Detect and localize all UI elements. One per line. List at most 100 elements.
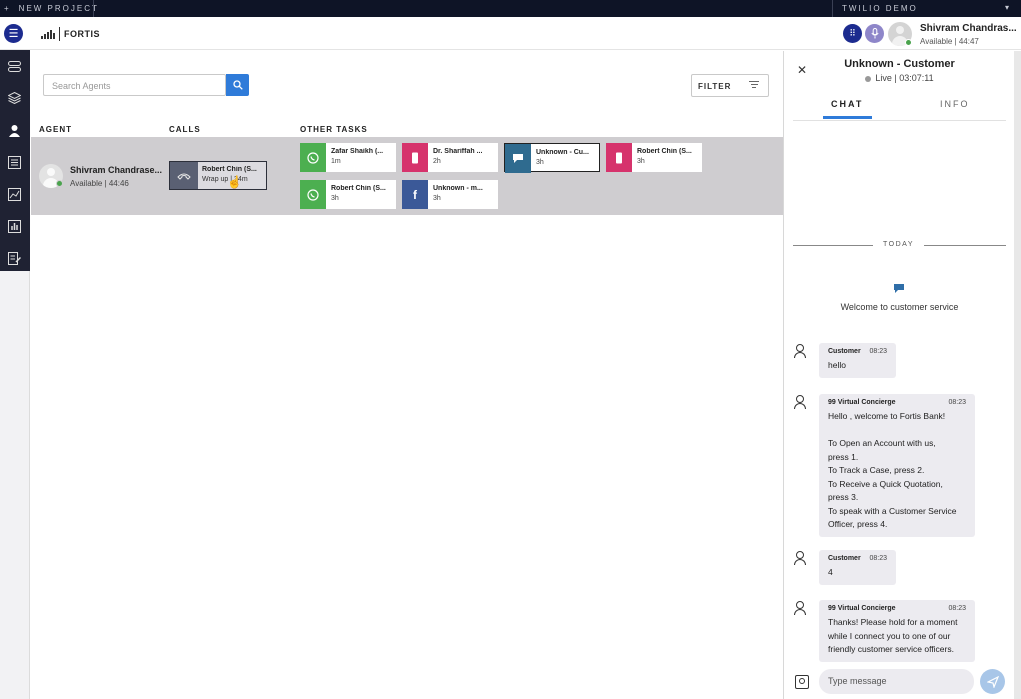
- divider: [832, 0, 833, 17]
- filter-button[interactable]: FILTER: [691, 74, 769, 97]
- mic-button[interactable]: [865, 24, 884, 43]
- message-text: hello: [828, 360, 846, 370]
- sender-avatar-icon: [793, 395, 807, 409]
- chat-bubble-icon: [893, 283, 905, 297]
- hamburger-icon: ☰: [8, 28, 19, 40]
- app-header: ☰ FORTIS ⠿ Shivram Chandras... Available…: [0, 17, 1021, 50]
- task-card[interactable]: Robert Chin (S... 3h: [606, 143, 702, 172]
- attachment-icon[interactable]: [795, 675, 809, 689]
- notes-icon[interactable]: [7, 251, 21, 265]
- column-header-agent: AGENT: [39, 125, 72, 134]
- project-selector[interactable]: TWILIO DEMO: [842, 4, 918, 13]
- tasks-icon[interactable]: [7, 59, 21, 73]
- phone-hangup-icon: [170, 162, 198, 189]
- dialpad-icon: ⠿: [849, 28, 856, 38]
- menu-button[interactable]: ☰: [4, 24, 23, 43]
- new-project-label: NEW PROJECT: [18, 4, 99, 13]
- dialpad-button[interactable]: ⠿: [843, 24, 862, 43]
- task-time: 2h: [433, 158, 441, 165]
- conversation-title: Unknown - Customer: [844, 58, 955, 70]
- task-name: Unknown - Cu...: [536, 149, 589, 156]
- user-name[interactable]: Shivram Chandras...: [920, 23, 1017, 34]
- chat-message: Customer 08:23 4: [819, 550, 896, 585]
- divider: [93, 0, 94, 17]
- agents-view: Search Agents FILTER AGENT CALLS OTHER T…: [31, 51, 783, 699]
- sms-icon: [402, 143, 428, 172]
- welcome-message: Welcome to customer service: [840, 302, 959, 312]
- facebook-icon: f: [402, 180, 428, 209]
- conversation-status-text: Live | 03:07:11: [875, 73, 934, 83]
- agent-name[interactable]: Shivram Chandrase...: [70, 165, 162, 175]
- call-task-name: Robert Chin (S...: [202, 166, 257, 173]
- send-button[interactable]: [980, 669, 1005, 694]
- side-navigation: [0, 50, 30, 699]
- task-time: 1m: [331, 158, 341, 165]
- chart-icon[interactable]: [7, 187, 21, 201]
- top-bar: + NEW PROJECT TWILIO DEMO ▾: [0, 0, 1021, 17]
- task-name: Unknown - m...: [433, 185, 483, 192]
- task-time: 3h: [637, 158, 645, 165]
- logo-bars-icon: [41, 29, 55, 39]
- chat-message: Customer 08:23 hello: [819, 343, 896, 378]
- mouse-cursor-icon: ☝: [227, 175, 242, 189]
- tab-info[interactable]: INFO: [940, 99, 970, 109]
- divider: [793, 245, 873, 246]
- conversation-status: Live | 03:07:11: [784, 73, 1015, 83]
- search-input[interactable]: Search Agents: [43, 74, 226, 96]
- send-icon: [986, 675, 999, 688]
- message-text: 4: [828, 567, 833, 577]
- divider: [924, 245, 1006, 246]
- agents-icon[interactable]: [7, 123, 21, 137]
- new-project-button[interactable]: + NEW PROJECT: [4, 4, 99, 13]
- task-card[interactable]: f Unknown - m... 3h: [402, 180, 498, 209]
- task-card[interactable]: Dr. Shariffah ... 2h: [402, 143, 498, 172]
- task-card[interactable]: Unknown - Cu... 3h: [504, 143, 600, 173]
- message-input[interactable]: Type message: [819, 669, 974, 694]
- whatsapp-icon: [300, 143, 326, 172]
- tab-chat[interactable]: CHAT: [831, 99, 863, 109]
- logo: FORTIS: [41, 27, 100, 41]
- message-text: Thanks! Please hold for a moment while I…: [828, 617, 958, 654]
- sms-icon: [606, 143, 632, 172]
- message-time: 08:23: [869, 555, 887, 562]
- reports-icon[interactable]: [7, 219, 21, 233]
- task-card[interactable]: Robert Chin (S... 3h: [300, 180, 396, 209]
- user-status: Available | 44:47: [920, 37, 979, 46]
- message-sender: 99 Virtual Concierge: [828, 605, 896, 612]
- available-status-dot: [905, 39, 912, 46]
- sender-avatar-icon: [793, 601, 807, 615]
- task-name: Dr. Shariffah ...: [433, 148, 483, 155]
- message-sender: Customer: [828, 348, 861, 355]
- task-name: Zafar Shaikh (...: [331, 148, 384, 155]
- chat-panel: ✕ Unknown - Customer Live | 03:07:11 CHA…: [783, 51, 1014, 699]
- logo-text: FORTIS: [64, 29, 100, 39]
- task-name: Robert Chin (S...: [331, 185, 386, 192]
- list-icon[interactable]: [7, 155, 21, 169]
- chat-message: 99 Virtual Concierge 08:23 Hello , welcome…: [819, 394, 975, 537]
- sender-avatar-icon: [793, 344, 807, 358]
- available-status-dot: [56, 180, 63, 187]
- task-name: Robert Chin (S...: [637, 148, 692, 155]
- agent-status: Available | 44:46: [70, 179, 129, 188]
- scrollbar[interactable]: [1014, 51, 1021, 699]
- sender-avatar-icon: [793, 551, 807, 565]
- task-time: 3h: [536, 159, 544, 166]
- agent-row[interactable]: Shivram Chandrase... Available | 44:46 R…: [31, 137, 783, 215]
- message-time: 08:23: [948, 399, 966, 406]
- chevron-down-icon[interactable]: ▾: [1005, 3, 1011, 12]
- column-header-other-tasks: OTHER TASKS: [300, 125, 368, 134]
- search-button[interactable]: [226, 74, 249, 96]
- message-time: 08:23: [869, 348, 887, 355]
- filter-label: FILTER: [698, 82, 732, 91]
- status-dot: [865, 75, 872, 82]
- whatsapp-icon: [300, 180, 326, 209]
- date-separator: TODAY: [883, 241, 914, 248]
- plus-icon: +: [4, 4, 11, 13]
- task-card[interactable]: Zafar Shaikh (... 1m: [300, 143, 396, 172]
- divider: [793, 120, 1006, 121]
- filter-icon: [749, 81, 759, 90]
- message-sender: Customer: [828, 555, 861, 562]
- active-tab-indicator: [823, 116, 872, 119]
- layers-icon[interactable]: [7, 91, 21, 105]
- call-task-card[interactable]: Robert Chin (S... Wrap up | 34m: [169, 161, 267, 190]
